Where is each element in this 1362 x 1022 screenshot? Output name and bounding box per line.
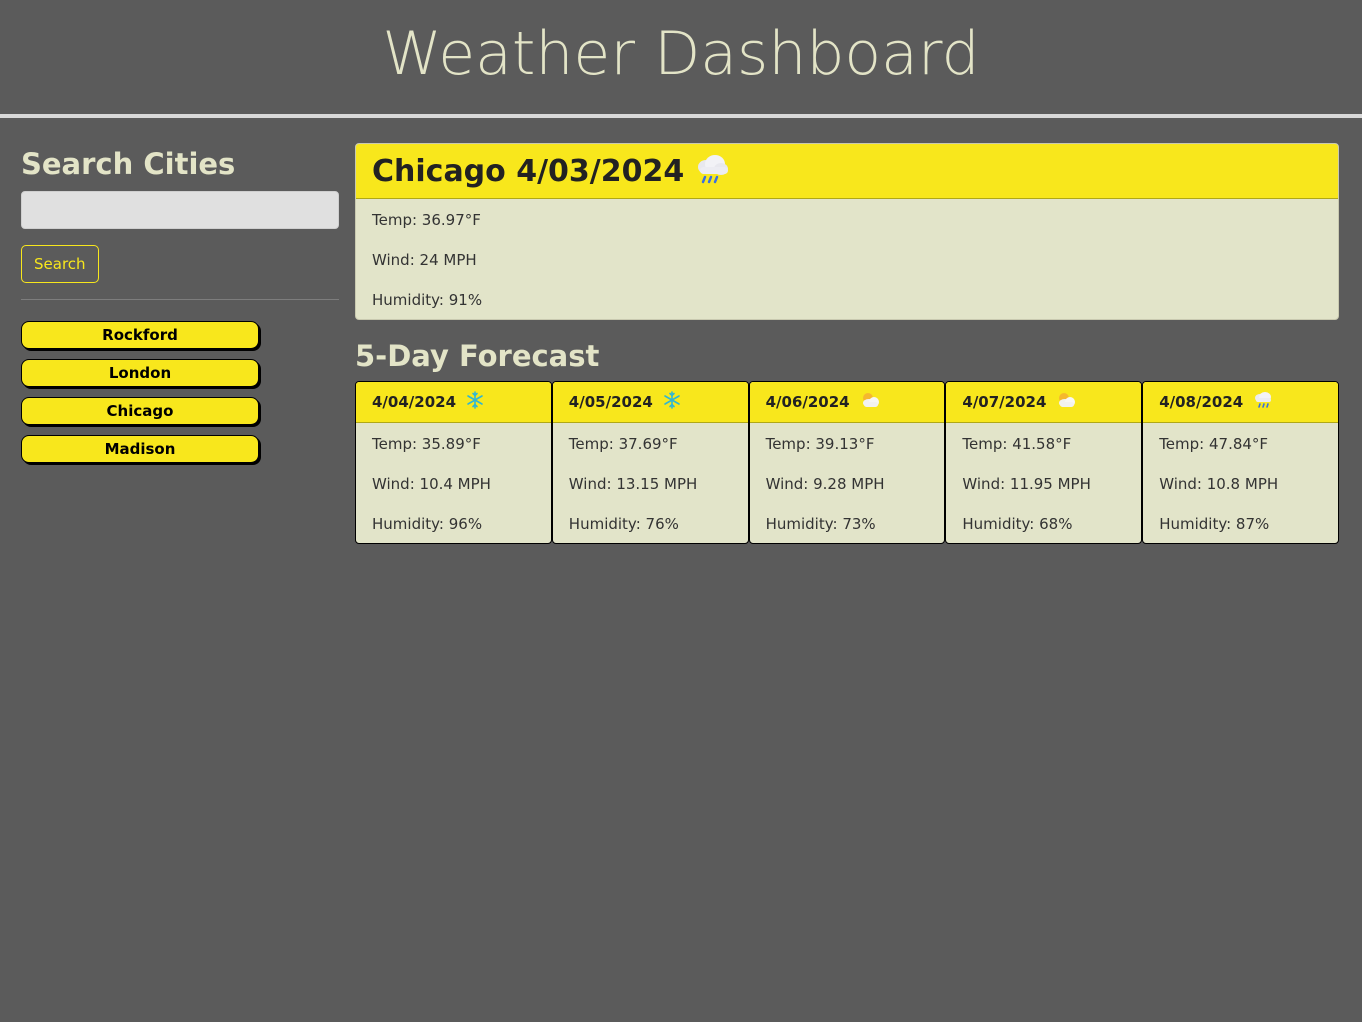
forecast-card-header: 4/04/2024 <box>356 382 551 423</box>
current-weather-body: Temp: 36.97°F Wind: 24 MPH Humidity: 91% <box>356 199 1338 319</box>
forecast-row: 4/04/2024 Temp: 35.89°F Wind: 10.4 MPH H… <box>355 381 1339 544</box>
search-heading: Search Cities <box>21 147 236 181</box>
forecast-humidity: Humidity: 68% <box>962 515 1073 533</box>
history-city-button[interactable]: Chicago <box>21 397 259 425</box>
current-humidity: Humidity: 91% <box>372 291 483 309</box>
current-weather-header: Chicago 4/03/2024 <box>356 144 1338 199</box>
forecast-card-body: Temp: 35.89°F Wind: 10.4 MPH Humidity: 9… <box>356 423 551 543</box>
forecast-card: 4/08/2024 Temp: 47.84°F Wind: 10.8 MPH H… <box>1142 381 1339 544</box>
forecast-temp: Temp: 39.13°F <box>765 435 875 453</box>
forecast-humidity: Humidity: 96% <box>372 515 483 533</box>
forecast-date: 4/04/2024 <box>372 393 457 411</box>
forecast-humidity: Humidity: 73% <box>765 515 876 533</box>
page-header: Weather Dashboard <box>0 0 1362 118</box>
forecast-heading: 5-Day Forecast <box>355 339 600 373</box>
forecast-card: 4/04/2024 Temp: 35.89°F Wind: 10.4 MPH H… <box>355 381 552 544</box>
forecast-wind: Wind: 11.95 MPH <box>962 475 1091 493</box>
snowflake-icon <box>663 391 681 413</box>
content-area: Search Cities Search Rockford London Chi… <box>0 118 1362 1018</box>
history-city-button[interactable]: Rockford <box>21 321 259 349</box>
forecast-temp: Temp: 41.58°F <box>962 435 1072 453</box>
forecast-card-header: 4/08/2024 <box>1143 382 1338 423</box>
history-city-button[interactable]: London <box>21 359 259 387</box>
forecast-humidity: Humidity: 87% <box>1159 515 1270 533</box>
forecast-date: 4/08/2024 <box>1159 393 1244 411</box>
forecast-humidity: Humidity: 76% <box>568 515 679 533</box>
forecast-card: 4/05/2024 Temp: 37.69°F Wind: 13.15 MPH … <box>551 381 749 544</box>
current-weather-card: Chicago 4/03/2024 Temp: 36.97°F Wind: 24… <box>355 143 1339 320</box>
forecast-card-header: 4/05/2024 <box>552 382 748 423</box>
search-button[interactable]: Search <box>21 245 99 283</box>
forecast-temp: Temp: 37.69°F <box>568 435 678 453</box>
rain-cloud-icon <box>694 153 730 189</box>
current-wind: Wind: 24 MPH <box>372 251 477 269</box>
current-temp: Temp: 36.97°F <box>372 211 481 229</box>
forecast-date: 4/07/2024 <box>962 393 1047 411</box>
forecast-card-body: Temp: 37.69°F Wind: 13.15 MPH Humidity: … <box>553 423 748 543</box>
history-city-button[interactable]: Madison <box>21 435 259 463</box>
sun-behind-cloud-icon <box>1056 391 1076 413</box>
forecast-card: 4/07/2024 Temp: 41.58°F Wind: 11.95 MPH … <box>945 381 1143 544</box>
search-sidebar: Search Cities Search Rockford London Chi… <box>21 146 339 473</box>
city-search-input[interactable] <box>21 191 339 229</box>
rain-cloud-icon <box>1253 391 1273 413</box>
forecast-card-body: Temp: 41.58°F Wind: 11.95 MPH Humidity: … <box>946 423 1141 543</box>
forecast-card: 4/06/2024 Temp: 39.13°F Wind: 9.28 MPH H… <box>748 381 946 544</box>
forecast-date: 4/05/2024 <box>568 393 653 411</box>
page-title: Weather Dashboard <box>382 19 980 89</box>
forecast-wind: Wind: 10.4 MPH <box>372 475 491 493</box>
forecast-wind: Wind: 9.28 MPH <box>765 475 885 493</box>
weather-main: Chicago 4/03/2024 Temp: 36.97°F Wind: 24… <box>355 143 1339 544</box>
forecast-date: 4/06/2024 <box>765 393 850 411</box>
forecast-temp: Temp: 35.89°F <box>372 435 481 453</box>
forecast-wind: Wind: 10.8 MPH <box>1159 475 1279 493</box>
forecast-card-body: Temp: 47.84°F Wind: 10.8 MPH Humidity: 8… <box>1143 423 1338 543</box>
forecast-card-body: Temp: 39.13°F Wind: 9.28 MPH Humidity: 7… <box>750 423 945 543</box>
forecast-wind: Wind: 13.15 MPH <box>568 475 698 493</box>
forecast-card-header: 4/06/2024 <box>749 382 945 423</box>
sidebar-divider <box>21 299 339 300</box>
sun-behind-cloud-icon <box>860 391 880 413</box>
snowflake-icon <box>466 391 484 413</box>
forecast-temp: Temp: 47.84°F <box>1159 435 1269 453</box>
current-city-date: Chicago 4/03/2024 <box>372 153 685 189</box>
forecast-card-header: 4/07/2024 <box>946 382 1142 423</box>
search-history-list: Rockford London Chicago Madison <box>21 321 339 463</box>
